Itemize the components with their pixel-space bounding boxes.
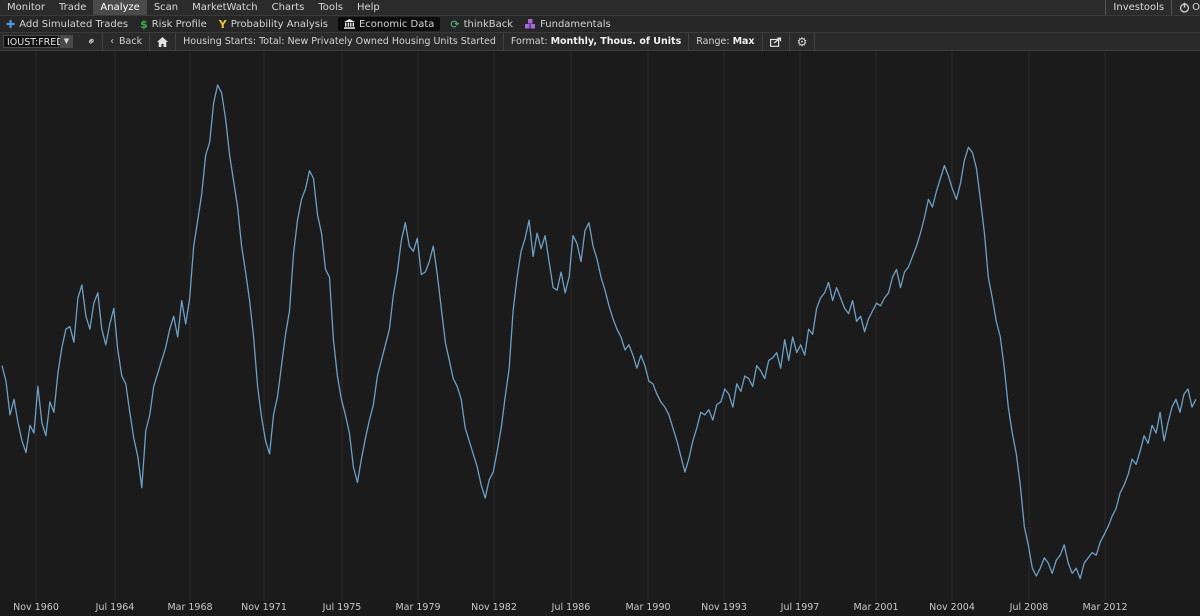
series-title: Housing Starts: Total: New Privately Own… (176, 33, 504, 50)
add-simulated-trades-button[interactable]: ✚ Add Simulated Trades (0, 17, 134, 31)
power-icon (1180, 2, 1190, 13)
economic-data-button[interactable]: Economic Data (337, 17, 441, 31)
menu-trade[interactable]: Trade (52, 0, 93, 15)
menu-tools[interactable]: Tools (311, 0, 350, 15)
x-tick-label: Jul 1975 (322, 602, 362, 613)
format-value: Monthly, Thous. of Units (550, 36, 682, 47)
menu-marketwatch[interactable]: MarketWatch (185, 0, 265, 15)
menu-investools[interactable]: Investools (1106, 0, 1171, 15)
share-icon (769, 37, 781, 47)
dollar-icon: $ (140, 17, 148, 31)
thinkback-label: thinkBack (463, 18, 514, 30)
grid-lines (35, 51, 1106, 601)
menu-account[interactable]: O (1172, 0, 1200, 15)
link-icon: ⚭ (83, 33, 100, 50)
share-button[interactable] (763, 33, 790, 50)
x-tick-label: Nov 2004 (929, 602, 975, 613)
menu-charts[interactable]: Charts (265, 0, 312, 15)
x-tick-label: Mar 1968 (167, 602, 213, 613)
blocks-icon (525, 19, 536, 29)
symbol-dropdown-button[interactable]: ▼ (60, 35, 73, 48)
x-tick-label: Mar 1990 (625, 602, 671, 613)
fundamentals-label: Fundamentals (540, 18, 611, 30)
x-tick-label: Jul 1964 (95, 602, 135, 613)
analyze-toolbar: ✚ Add Simulated Trades $ Risk Profile Y … (0, 16, 1200, 33)
x-tick-label: Nov 1960 (13, 602, 59, 613)
range-selector[interactable]: Range: Max (689, 33, 763, 50)
menu-right-group: Investools O (1105, 0, 1200, 15)
back-button[interactable]: ‹ Back (102, 33, 151, 50)
menu-monitor[interactable]: Monitor (0, 0, 52, 15)
range-value: Max (732, 36, 755, 47)
economic-data-label: Economic Data (358, 18, 435, 30)
series-line (1, 84, 1197, 580)
series-group (1, 84, 1197, 580)
home-button[interactable] (150, 33, 177, 50)
x-tick-label: Nov 1993 (701, 602, 747, 613)
chevron-down-icon: ▼ (63, 37, 70, 45)
menu-account-label: O (1192, 2, 1200, 13)
format-selector[interactable]: Format: Monthly, Thous. of Units (504, 33, 690, 50)
x-tick-label: Jul 1997 (780, 602, 820, 613)
fundamentals-button[interactable]: Fundamentals (519, 17, 617, 31)
settings-button[interactable]: ⚙ (790, 33, 816, 50)
probability-analysis-label: Probability Analysis (230, 18, 328, 30)
x-tick-label: Nov 1982 (471, 602, 517, 613)
link-button[interactable]: ⚭ (81, 33, 102, 50)
line-chart (1, 51, 1197, 601)
x-tick-label: Jul 1986 (551, 602, 591, 613)
refresh-icon: ⟳ (450, 17, 460, 31)
x-tick-label: Mar 2012 (1082, 602, 1128, 613)
chevron-left-icon: ‹ (110, 36, 115, 47)
menu-analyze[interactable]: Analyze (93, 0, 147, 15)
x-tick-label: Jul 2008 (1009, 602, 1049, 613)
back-label: Back (119, 36, 143, 47)
bank-icon (343, 19, 355, 29)
symbol-input[interactable]: IOUST:FRED (3, 35, 64, 48)
home-icon (157, 36, 169, 47)
x-tick-label: Mar 2001 (853, 602, 899, 613)
add-simulated-trades-label: Add Simulated Trades (19, 18, 129, 30)
probability-analysis-button[interactable]: Y Probability Analysis (213, 17, 334, 31)
risk-profile-label: Risk Profile (151, 18, 207, 30)
fork-icon: Y (218, 17, 227, 31)
x-tick-label: Nov 1971 (241, 602, 287, 613)
risk-profile-button[interactable]: $ Risk Profile (134, 17, 213, 31)
plus-icon: ✚ (6, 17, 16, 31)
format-label: Format: (510, 36, 548, 47)
x-axis: Nov 1960 Jul 1964 Mar 1968 Nov 1971 Jul 1975… (0, 601, 1200, 616)
chart-plot-area[interactable] (0, 51, 1200, 601)
thinkback-button[interactable]: ⟳ thinkBack (444, 17, 519, 31)
menu-bar: Monitor Trade Analyze Scan MarketWatch C… (0, 0, 1200, 16)
chart-header-bar: IOUST:FRED ▼ ⚭ ‹ Back Housing Starts: To… (0, 33, 1200, 51)
gear-icon: ⚙ (796, 34, 808, 49)
range-label: Range: (696, 36, 730, 47)
menu-scan[interactable]: Scan (147, 0, 185, 15)
x-tick-label: Mar 1979 (395, 602, 441, 613)
menu-help[interactable]: Help (350, 0, 387, 15)
